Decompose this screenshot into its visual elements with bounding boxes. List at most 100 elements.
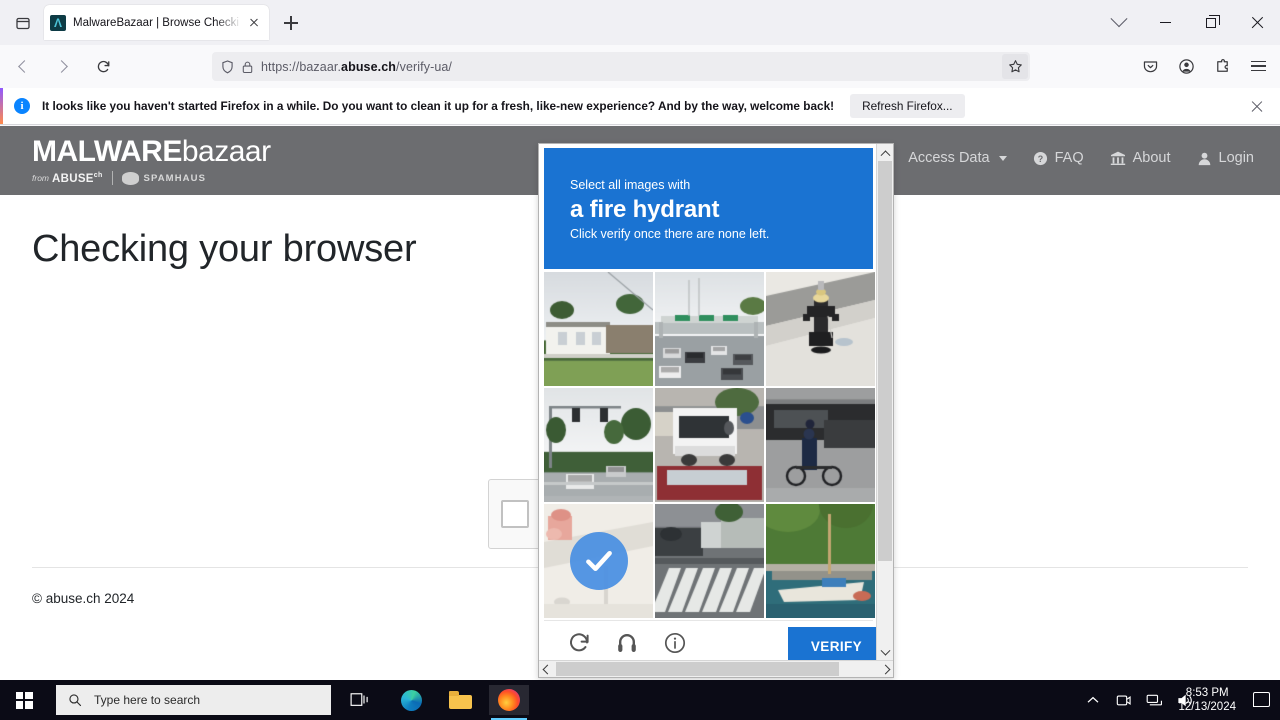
pocket-icon[interactable] <box>1132 51 1168 81</box>
search-placeholder: Type here to search <box>94 693 201 707</box>
tab-title: MalwareBazaar | Browse Checki <box>73 16 239 29</box>
captcha-popup: Select all images with a fire hydrant Cl… <box>538 143 894 678</box>
tab-list-chevron-icon[interactable] <box>1096 0 1142 45</box>
captcha-frame: Select all images with a fire hydrant Cl… <box>539 144 885 665</box>
minimize-button[interactable] <box>1142 0 1188 45</box>
captcha-tile[interactable] <box>655 504 764 618</box>
captcha-image-grid <box>544 272 875 618</box>
brand-title: MALWAREbazaar <box>32 136 271 168</box>
app-menu-icon[interactable] <box>1240 51 1276 81</box>
extensions-icon[interactable] <box>1204 51 1240 81</box>
site-logo[interactable]: MALWAREbazaar from ABUSEch SPAMHAUS <box>32 136 271 185</box>
scroll-left-icon[interactable] <box>539 661 556 677</box>
edge-icon <box>400 689 422 711</box>
brand-bazaar: bazaar <box>181 135 271 168</box>
captcha-tile[interactable] <box>544 388 653 502</box>
forward-button[interactable] <box>46 52 80 82</box>
malwarebazaar-favicon: Λ <box>50 14 66 31</box>
taskbar-search-input[interactable]: Type here to search <box>56 685 331 715</box>
navigation-toolbar: https://bazaar.abuse.ch/verify-ua/ <box>0 45 1280 88</box>
windows-logo-icon <box>15 691 33 709</box>
spamhaus-label: SPAMHAUS <box>143 172 207 184</box>
tab-strip: Λ MalwareBazaar | Browse Checki <box>0 0 1280 45</box>
browser-tab[interactable]: Λ MalwareBazaar | Browse Checki <box>44 5 269 40</box>
search-icon <box>69 694 82 707</box>
info-icon: i <box>14 98 30 114</box>
scrollbar-thumb[interactable] <box>556 662 839 676</box>
captcha-footer: VERIFY <box>544 620 885 665</box>
nav-item-faq[interactable]: ? FAQ <box>1033 150 1084 166</box>
scrollbar-thumb[interactable] <box>878 161 892 561</box>
captcha-tile[interactable] <box>655 272 764 386</box>
nav-label: About <box>1132 150 1171 166</box>
notifications-icon[interactable] <box>1253 692 1270 707</box>
shield-icon <box>222 59 233 73</box>
audio-challenge-icon[interactable] <box>614 630 640 656</box>
nav-item-access-data[interactable]: Access Data <box>908 150 1007 166</box>
selected-check-icon <box>569 532 628 590</box>
bank-icon <box>1110 151 1125 165</box>
copyright-text: © abuse.ch 2024 <box>32 591 135 606</box>
file-explorer-button[interactable] <box>440 685 480 715</box>
refresh-firefox-notification: i It looks like you haven't started Fire… <box>0 88 1280 125</box>
captcha-prompt-line1: Select all images with <box>570 178 691 192</box>
microsoft-edge-button[interactable] <box>391 685 431 715</box>
firefox-window: Λ MalwareBazaar | Browse Checki https://… <box>0 0 1280 680</box>
refresh-firefox-button[interactable]: Refresh Firefox... <box>850 94 965 118</box>
captcha-tile[interactable] <box>544 272 653 386</box>
divider <box>111 171 113 185</box>
maximize-button[interactable] <box>1188 0 1234 45</box>
padlock-icon <box>242 61 253 73</box>
tab-list-button[interactable] <box>8 10 38 36</box>
new-tab-button[interactable] <box>278 10 304 36</box>
network-icon[interactable] <box>1146 692 1163 709</box>
brand-subtitle: from ABUSEch SPAMHAUS <box>32 171 271 185</box>
back-button[interactable] <box>6 52 40 82</box>
recaptcha-checkbox[interactable] <box>501 500 529 528</box>
nav-label: Login <box>1218 150 1254 166</box>
brand-malware: MALWARE <box>32 135 182 168</box>
notification-message: It looks like you haven't started Firefo… <box>42 99 835 113</box>
captcha-tile[interactable] <box>655 388 764 502</box>
captcha-tile[interactable] <box>766 388 875 502</box>
windows-taskbar: Type here to search 8:53 PM 12/13/2024 <box>0 680 1280 720</box>
user-icon <box>1198 152 1210 165</box>
question-circle-icon: ? <box>1033 151 1047 165</box>
captcha-tile[interactable] <box>544 504 653 618</box>
close-icon[interactable] <box>245 14 263 32</box>
scroll-up-icon[interactable] <box>877 144 893 161</box>
from-label: from <box>32 173 49 183</box>
popup-horizontal-scrollbar[interactable] <box>539 660 893 677</box>
svg-text:?: ? <box>1037 153 1042 163</box>
anyrun-agent-icon[interactable] <box>1115 692 1132 709</box>
spamhaus-mark-icon <box>121 171 139 185</box>
address-bar[interactable]: https://bazaar.abuse.ch/verify-ua/ <box>212 52 1030 81</box>
nav-item-login[interactable]: Login <box>1197 150 1254 166</box>
reload-button[interactable] <box>86 52 120 82</box>
abuse-label: ABUSEch <box>52 171 103 185</box>
site-navigation: Access Data ? FAQ About Login <box>908 150 1254 166</box>
refresh-icon[interactable] <box>566 630 592 656</box>
show-hidden-icons[interactable] <box>1084 692 1101 709</box>
captcha-prompt-target: a fire hydrant <box>570 196 720 223</box>
toolbar-right-icons <box>1132 51 1276 81</box>
info-icon[interactable] <box>662 630 688 656</box>
spamhaus-logo: SPAMHAUS <box>121 171 207 185</box>
captcha-tile[interactable] <box>766 272 875 386</box>
firefox-button[interactable] <box>489 685 529 720</box>
firefox-icon <box>498 689 520 711</box>
scroll-right-icon[interactable] <box>877 661 893 677</box>
task-view-button[interactable] <box>340 685 380 715</box>
nav-item-about[interactable]: About <box>1110 150 1171 166</box>
close-window-button[interactable] <box>1234 0 1280 45</box>
close-icon[interactable] <box>1250 99 1264 113</box>
start-button[interactable] <box>0 680 48 720</box>
captcha-tile[interactable] <box>766 504 875 618</box>
popup-vertical-scrollbar[interactable] <box>876 144 893 662</box>
chevron-down-icon <box>998 155 1007 161</box>
clock-time: 8:53 PM <box>1185 687 1229 699</box>
nav-label: Access Data <box>908 150 990 166</box>
account-icon[interactable] <box>1168 51 1204 81</box>
taskbar-clock[interactable]: 8:53 PM 12/13/2024 <box>1178 686 1236 714</box>
bookmark-star-icon[interactable] <box>1002 54 1028 79</box>
